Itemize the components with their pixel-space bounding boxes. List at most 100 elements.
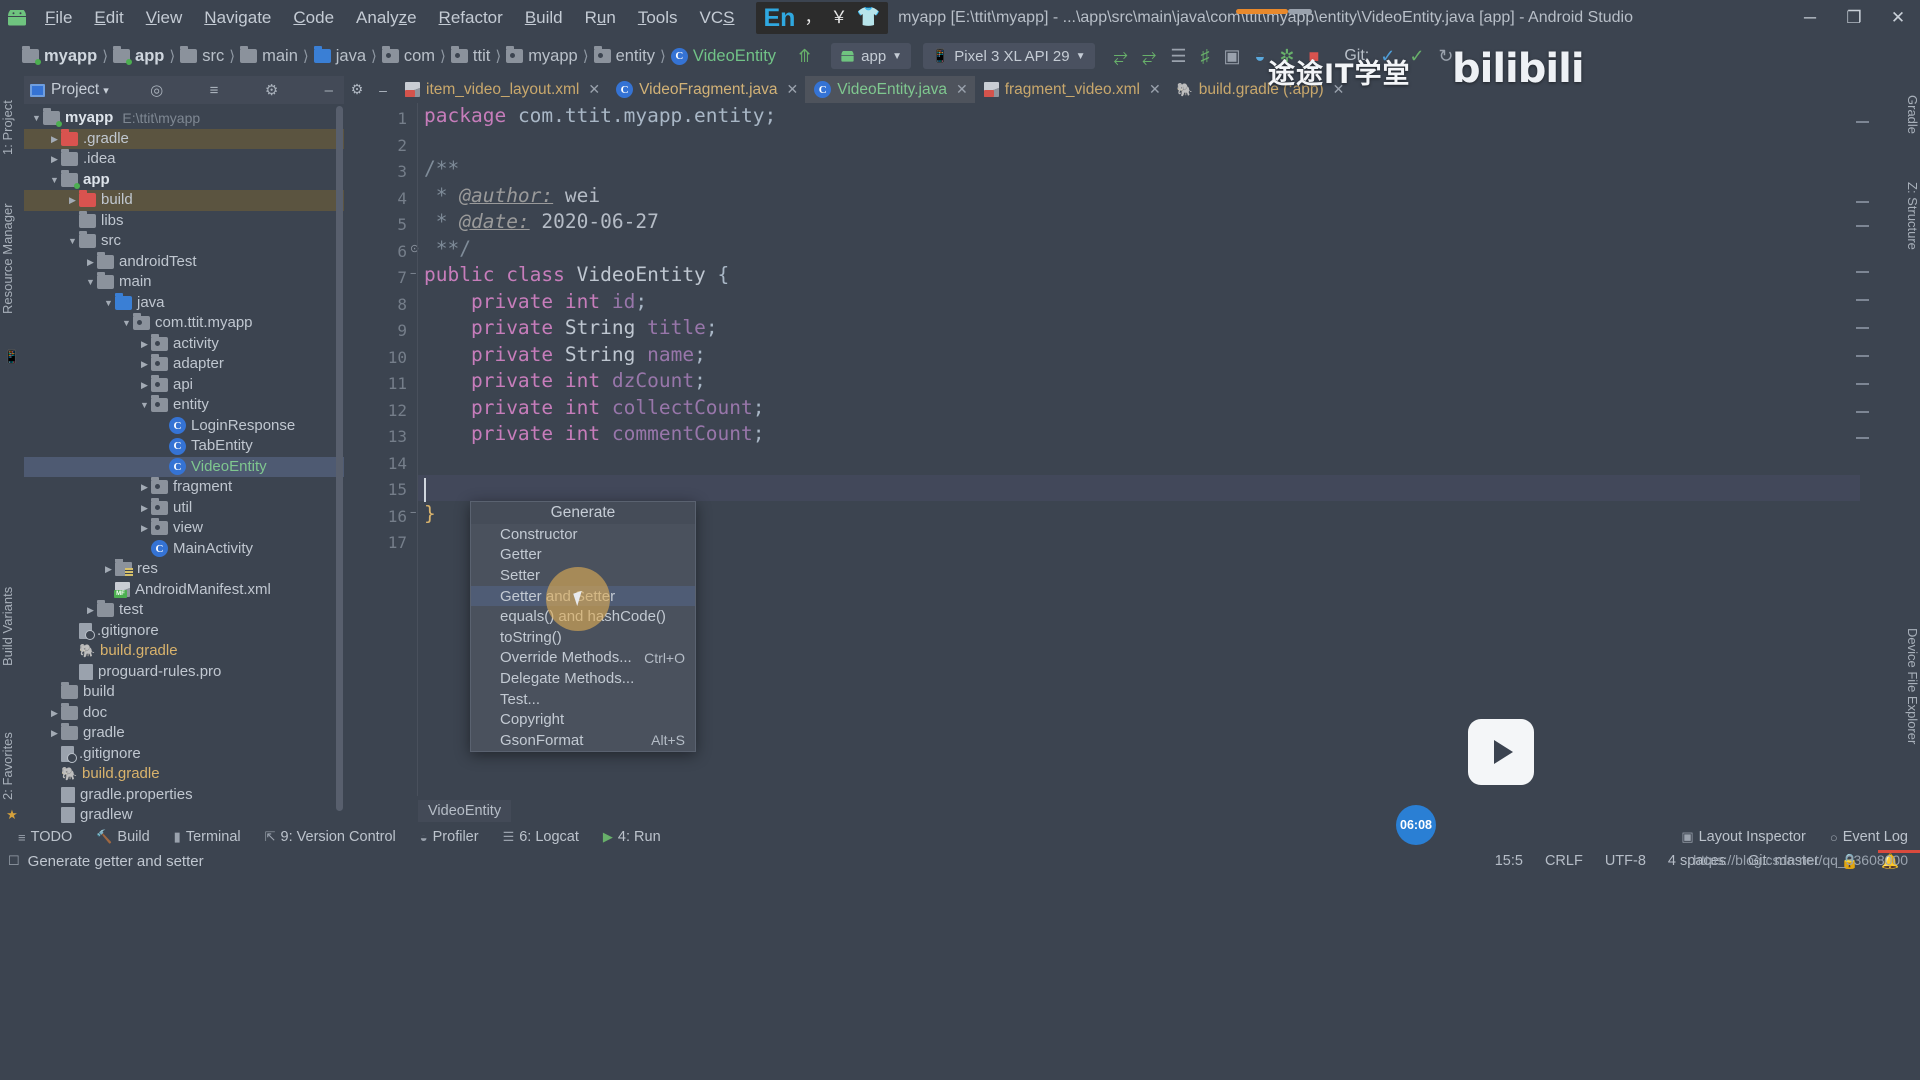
minimize-button[interactable]: ─ <box>1788 0 1832 36</box>
tree-node-res[interactable]: ▶ res <box>24 559 344 580</box>
tree-expand-arrow[interactable]: ▼ <box>66 231 79 251</box>
generate-item-delegate-methods[interactable]: Delegate Methods... <box>471 668 695 689</box>
shirt-icon[interactable]: 👕 <box>856 8 880 28</box>
tree-expand-arrow[interactable]: ▼ <box>48 170 61 190</box>
breadcrumb-com[interactable]: com <box>381 46 435 66</box>
avd-manager-icon[interactable]: ▣ <box>1220 46 1243 66</box>
breadcrumb-entity[interactable]: entity <box>593 46 655 66</box>
ime-mode-label[interactable]: En <box>764 5 796 31</box>
tree-expand-arrow[interactable]: ▶ <box>138 334 151 354</box>
file-encoding[interactable]: UTF-8 <box>1594 853 1657 869</box>
tool-strip-favorites[interactable]: 2: Favorites <box>0 716 24 816</box>
editor-gutter[interactable]: 1 2 3 4 5 6 7 8 9 10 11 12 13 14 15 16 17 ⊙ − − <box>344 103 419 796</box>
caret-position[interactable]: 15:5 <box>1484 853 1534 869</box>
attach-debugger-icon[interactable]: ♯ <box>1197 46 1212 66</box>
logcat-icon[interactable]: ☰ <box>1167 46 1189 66</box>
profiler-icon[interactable]: ◒ <box>1252 46 1269 66</box>
tree-node-com-ttit-myapp[interactable]: ▼ com.ttit.myapp <box>24 313 344 334</box>
close-icon[interactable]: ✕ <box>588 81 600 98</box>
tool-strip-build-variants[interactable]: Build Variants <box>0 566 24 686</box>
tab-videoentity-java[interactable]: C VideoEntity.java ✕ <box>805 76 975 103</box>
menu-code[interactable]: Code <box>282 5 345 31</box>
tree-node-mainactivity[interactable]: C MainActivity <box>24 539 344 560</box>
tree-expand-arrow[interactable]: ▼ <box>30 108 43 128</box>
back-arrow-icon[interactable]: ⤊ <box>794 46 815 66</box>
tree-expand-arrow[interactable]: ▶ <box>48 703 61 723</box>
editor-breadcrumb[interactable]: VideoEntity <box>418 800 512 822</box>
bottom-item-build[interactable]: 🔨 Build <box>84 829 161 845</box>
tree-node-build-gradle[interactable]: 🐘 build.gradle <box>24 764 344 785</box>
tree-expand-arrow[interactable]: ▶ <box>84 600 97 620</box>
bottom-item-run[interactable]: ▶ 4: Run <box>591 829 673 845</box>
bottom-item-todo[interactable]: ≡ TODO <box>6 829 84 845</box>
menu-navigate[interactable]: Navigate <box>193 5 282 31</box>
tree-expand-arrow[interactable]: ▶ <box>48 149 61 169</box>
tree-node--gitignore[interactable]: .gitignore <box>24 621 344 642</box>
menu-run[interactable]: Run <box>574 5 627 31</box>
close-icon[interactable]: ✕ <box>787 81 799 98</box>
menu-refactor[interactable]: Refactor <box>428 5 514 31</box>
generate-item-getter[interactable]: Getter <box>471 545 695 566</box>
close-button[interactable]: ✕ <box>1876 0 1920 36</box>
tool-strip-resource-manager[interactable]: Resource Manager <box>0 184 24 334</box>
tool-strip-project[interactable]: 1: Project <box>0 80 24 176</box>
generate-popup-list[interactable]: ConstructorGetterSetterGetter and Setter… <box>471 524 695 751</box>
tree-node-java[interactable]: ▼ java <box>24 292 344 314</box>
tool-strip-structure[interactable]: Z: Structure <box>1896 166 1920 266</box>
breadcrumb-main[interactable]: main <box>240 46 298 66</box>
tree-node-fragment[interactable]: ▶ fragment <box>24 477 344 498</box>
menu-tools[interactable]: Tools <box>627 5 689 31</box>
breadcrumb-ttit[interactable]: ttit <box>450 46 490 66</box>
tree-expand-arrow[interactable]: ▶ <box>66 190 79 210</box>
editor-scrollbar[interactable] <box>1856 103 1872 796</box>
debug-icon[interactable]: ⥂ <box>1139 46 1159 66</box>
tree-expand-arrow[interactable]: ▼ <box>84 272 97 292</box>
tab-item-video-layout-xml[interactable]: item_video_layout.xml ✕ <box>396 76 607 103</box>
tree-expand-arrow[interactable]: ▶ <box>138 518 151 538</box>
favorites-star-icon[interactable]: ★ <box>0 804 24 826</box>
tree-node-build[interactable]: ▶ build <box>24 190 344 211</box>
project-tree[interactable]: ▼ myapp E:\ttit\myapp ▶ .gradle ▶ .idea ▼ app ▶ bu… <box>24 104 344 826</box>
tree-node-build-gradle[interactable]: 🐘 build.gradle <box>24 641 344 662</box>
close-icon[interactable]: ✕ <box>956 81 968 98</box>
breadcrumb-myapp-pkg[interactable]: myapp <box>506 46 578 66</box>
tree-node-entity[interactable]: ▼ entity <box>24 395 344 416</box>
line-separator[interactable]: CRLF <box>1534 853 1594 869</box>
tree-expand-arrow[interactable]: ▶ <box>84 252 97 272</box>
tree-node-view[interactable]: ▶ view <box>24 518 344 539</box>
breadcrumb-videoentity[interactable]: C VideoEntity <box>670 47 776 66</box>
breadcrumb-app[interactable]: app <box>113 46 164 66</box>
tree-expand-arrow[interactable]: ▼ <box>120 313 133 333</box>
close-icon[interactable]: ✕ <box>1149 81 1161 98</box>
menu-build[interactable]: Build <box>514 5 574 31</box>
tree-node-main[interactable]: ▼ main <box>24 272 344 293</box>
tree-node-src[interactable]: ▼ src <box>24 231 344 252</box>
tree-node-api[interactable]: ▶ api <box>24 374 344 396</box>
tree-node-gradlew[interactable]: gradlew <box>24 805 344 826</box>
menu-file[interactable]: File <box>34 5 83 31</box>
tree-expand-arrow[interactable]: ▶ <box>138 354 151 374</box>
tree-node--gitignore[interactable]: .gitignore <box>24 744 344 765</box>
breadcrumb-myapp[interactable]: myapp <box>22 46 97 66</box>
tree-expand-arrow[interactable]: ▶ <box>48 723 61 743</box>
bottom-item-version-control[interactable]: ⇱ 9: Version Control <box>253 829 408 845</box>
ime-indicator[interactable]: En ， ￥ 👕 <box>755 2 889 34</box>
bottom-item-event-log[interactable]: ○ Event Log <box>1818 829 1920 845</box>
hide-icon[interactable]: – <box>370 76 396 103</box>
tab-fragment-video-xml[interactable]: fragment_video.xml ✕ <box>975 76 1168 103</box>
tree-expand-arrow[interactable]: ▶ <box>138 498 151 518</box>
tree-expand-arrow[interactable]: ▼ <box>102 293 115 313</box>
generate-item-copyright[interactable]: Copyright <box>471 709 695 730</box>
tree-expand-arrow[interactable]: ▶ <box>102 559 115 579</box>
settings-icon[interactable]: ⚙ <box>260 81 283 99</box>
menu-edit[interactable]: Edit <box>83 5 134 31</box>
generate-item-gsonformat[interactable]: GsonFormat Alt+S <box>471 730 695 751</box>
tree-node-tabentity[interactable]: C TabEntity <box>24 436 344 457</box>
tool-strip-device-file-explorer[interactable]: Device File Explorer <box>1896 606 1920 766</box>
tree-node-doc[interactable]: ▶ doc <box>24 702 344 724</box>
chevron-down-icon[interactable]: ▾ <box>103 84 109 97</box>
tree-node-androidtest[interactable]: ▶ androidTest <box>24 251 344 273</box>
project-scrollbar[interactable] <box>336 106 343 816</box>
tree-expand-arrow[interactable]: ▶ <box>138 375 151 395</box>
tree-node-app[interactable]: ▼ app <box>24 169 344 191</box>
